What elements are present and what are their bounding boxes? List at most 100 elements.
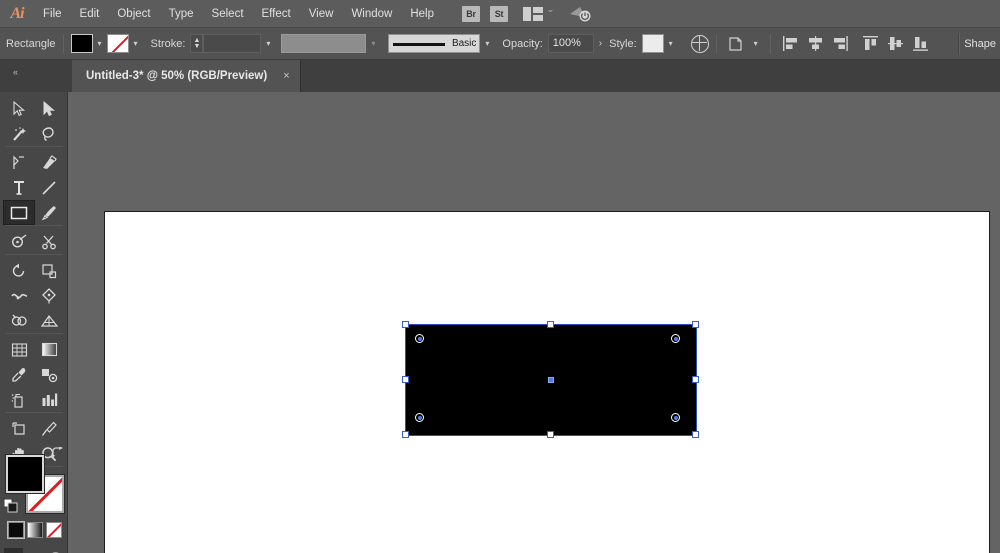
align-right-icon[interactable]	[831, 34, 850, 53]
default-fill-stroke-icon[interactable]	[4, 499, 18, 513]
menu-item-help[interactable]: Help	[401, 0, 443, 28]
creative-cloud-sync-icon[interactable]	[568, 4, 594, 24]
type-tool[interactable]	[3, 175, 35, 200]
align-horizontal-center-icon[interactable]	[806, 34, 825, 53]
scale-tool[interactable]	[33, 258, 65, 283]
screen-mode-normal[interactable]	[4, 548, 23, 553]
workspace-switcher-icon[interactable]	[523, 7, 543, 21]
color-mode-gradient[interactable]	[27, 522, 43, 538]
menu-item-type[interactable]: Type	[160, 0, 203, 28]
swap-fill-stroke-icon[interactable]	[50, 447, 64, 461]
live-corner-widget-top-right[interactable]	[671, 334, 680, 343]
collapse-panel-icon[interactable]: «	[4, 64, 26, 80]
fill-swatch[interactable]	[71, 34, 93, 53]
recolor-artwork-icon[interactable]	[691, 35, 709, 53]
opacity-expand-icon[interactable]: ›	[594, 38, 607, 49]
pen-tool[interactable]	[3, 150, 35, 175]
active-tool-label: Rectangle	[6, 38, 56, 50]
curvature-tool[interactable]	[33, 150, 65, 175]
symbol-sprayer-tool[interactable]	[3, 387, 35, 412]
stroke-weight-input[interactable]	[203, 34, 261, 53]
gradient-tool[interactable]	[33, 337, 65, 362]
live-corner-widget-bottom-left[interactable]	[415, 413, 424, 422]
fill-chevron-down-icon[interactable]: ▾	[93, 34, 107, 53]
style-chevron-down-icon[interactable]: ▾	[664, 34, 678, 53]
artboard-tool[interactable]	[3, 416, 35, 441]
bbox-handle-bottom-left[interactable]	[402, 431, 409, 438]
chevron-down-icon[interactable]: ˇ	[548, 9, 553, 19]
blend-tool[interactable]	[33, 362, 65, 387]
free-transform-tool[interactable]	[33, 283, 65, 308]
line-segment-tool[interactable]	[33, 175, 65, 200]
menu-item-view[interactable]: View	[300, 0, 343, 28]
brush-chevron-down-icon[interactable]: ▾	[480, 34, 494, 53]
bbox-handle-top-center[interactable]	[547, 321, 554, 328]
brush-stroke-preview-icon	[393, 43, 445, 46]
tools-panel	[0, 92, 68, 553]
bbox-handle-middle-right[interactable]	[692, 376, 699, 383]
shaper-tool[interactable]	[3, 229, 35, 254]
width-tool[interactable]	[3, 283, 35, 308]
screen-mode-full-menubar[interactable]	[25, 548, 44, 553]
rectangle-tool[interactable]	[3, 200, 35, 225]
bridge-button[interactable]: Br	[462, 6, 480, 22]
stock-button[interactable]: St	[490, 6, 508, 22]
opacity-input[interactable]: 100%	[548, 34, 594, 53]
stroke-weight-chevron-down-icon[interactable]: ▾	[261, 34, 275, 53]
control-divider	[63, 34, 64, 54]
menu-item-select[interactable]: Select	[203, 0, 253, 28]
lasso-tool[interactable]	[33, 121, 65, 146]
stroke-chevron-down-icon[interactable]: ▾	[129, 34, 143, 53]
tool-divider-2	[5, 225, 63, 226]
live-corner-widget-bottom-right[interactable]	[671, 413, 680, 422]
close-icon[interactable]: ×	[283, 71, 289, 81]
mesh-tool[interactable]	[3, 337, 35, 362]
selection-tool[interactable]	[3, 96, 35, 121]
eyedropper-tool[interactable]	[3, 362, 35, 387]
menu-item-object[interactable]: Object	[108, 0, 159, 28]
transform-chevron-down-icon[interactable]: ▾	[749, 34, 763, 53]
color-mode-none[interactable]	[46, 522, 62, 538]
variable-width-profile-input[interactable]	[281, 34, 366, 53]
selected-object[interactable]	[406, 325, 696, 435]
stroke-weight-stepper[interactable]: ▲▼	[190, 34, 203, 53]
bbox-handle-middle-left[interactable]	[402, 376, 409, 383]
illustrator-window: Ai File Edit Object Type Select Effect V…	[0, 0, 1000, 553]
stroke-swatch[interactable]	[107, 34, 129, 53]
scissors-tool[interactable]	[33, 229, 65, 254]
shape-builder-tool[interactable]	[3, 308, 35, 333]
canvas-area[interactable]	[68, 92, 1000, 553]
menu-item-edit[interactable]: Edit	[71, 0, 109, 28]
center-anchor-point[interactable]	[548, 377, 554, 383]
variable-width-chevron-down-icon[interactable]: ▾	[366, 34, 380, 53]
bbox-handle-top-left[interactable]	[402, 321, 409, 328]
menu-item-effect[interactable]: Effect	[253, 0, 300, 28]
fill-color-swatch[interactable]	[6, 455, 44, 493]
bbox-handle-bottom-center[interactable]	[547, 431, 554, 438]
live-corner-widget-top-left[interactable]	[415, 334, 424, 343]
slice-tool[interactable]	[33, 416, 65, 441]
menu-bar: Ai File Edit Object Type Select Effect V…	[0, 0, 1000, 28]
magic-wand-tool[interactable]	[3, 121, 35, 146]
shape-panel-label[interactable]: Shape	[958, 34, 1000, 54]
align-vertical-center-icon[interactable]	[886, 34, 905, 53]
brush-definition-select[interactable]: Basic	[388, 34, 480, 53]
color-mode-flat[interactable]	[8, 522, 24, 538]
rotate-tool[interactable]	[3, 258, 35, 283]
align-bottom-icon[interactable]	[911, 34, 930, 53]
bbox-handle-bottom-right[interactable]	[692, 431, 699, 438]
bbox-handle-top-right[interactable]	[692, 321, 699, 328]
tool-divider-5	[5, 412, 63, 413]
column-graph-tool[interactable]	[33, 387, 65, 412]
direct-selection-tool[interactable]	[33, 96, 65, 121]
perspective-grid-tool[interactable]	[33, 308, 65, 333]
align-left-icon[interactable]	[781, 34, 800, 53]
transform-icon[interactable]	[727, 34, 746, 53]
graphic-style-swatch[interactable]	[642, 34, 664, 53]
menu-item-file[interactable]: File	[34, 0, 71, 28]
screen-mode-full[interactable]	[46, 548, 65, 553]
align-top-icon[interactable]	[861, 34, 880, 53]
paintbrush-tool[interactable]	[33, 200, 65, 225]
document-tab[interactable]: Untitled-3* @ 50% (RGB/Preview) ×	[72, 60, 301, 92]
menu-item-window[interactable]: Window	[342, 0, 401, 28]
